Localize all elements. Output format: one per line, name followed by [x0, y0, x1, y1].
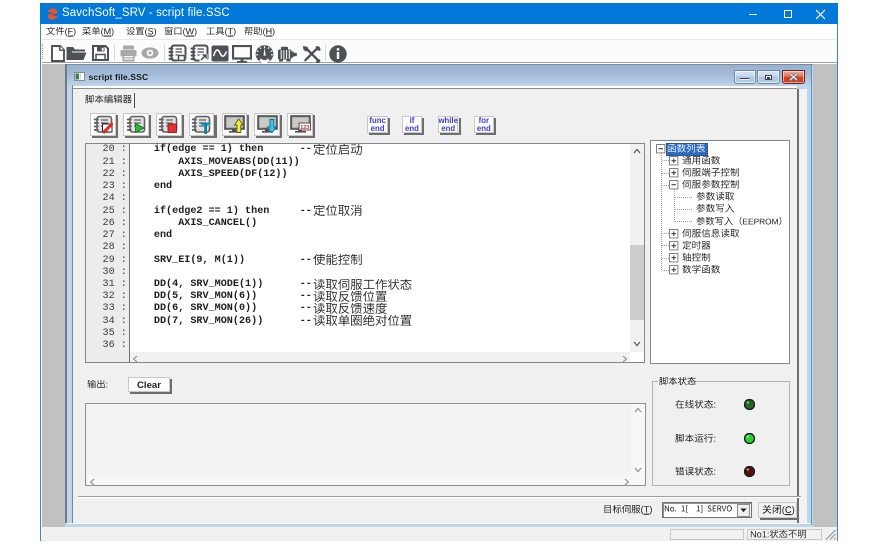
- svg-text:123: 123: [300, 124, 309, 130]
